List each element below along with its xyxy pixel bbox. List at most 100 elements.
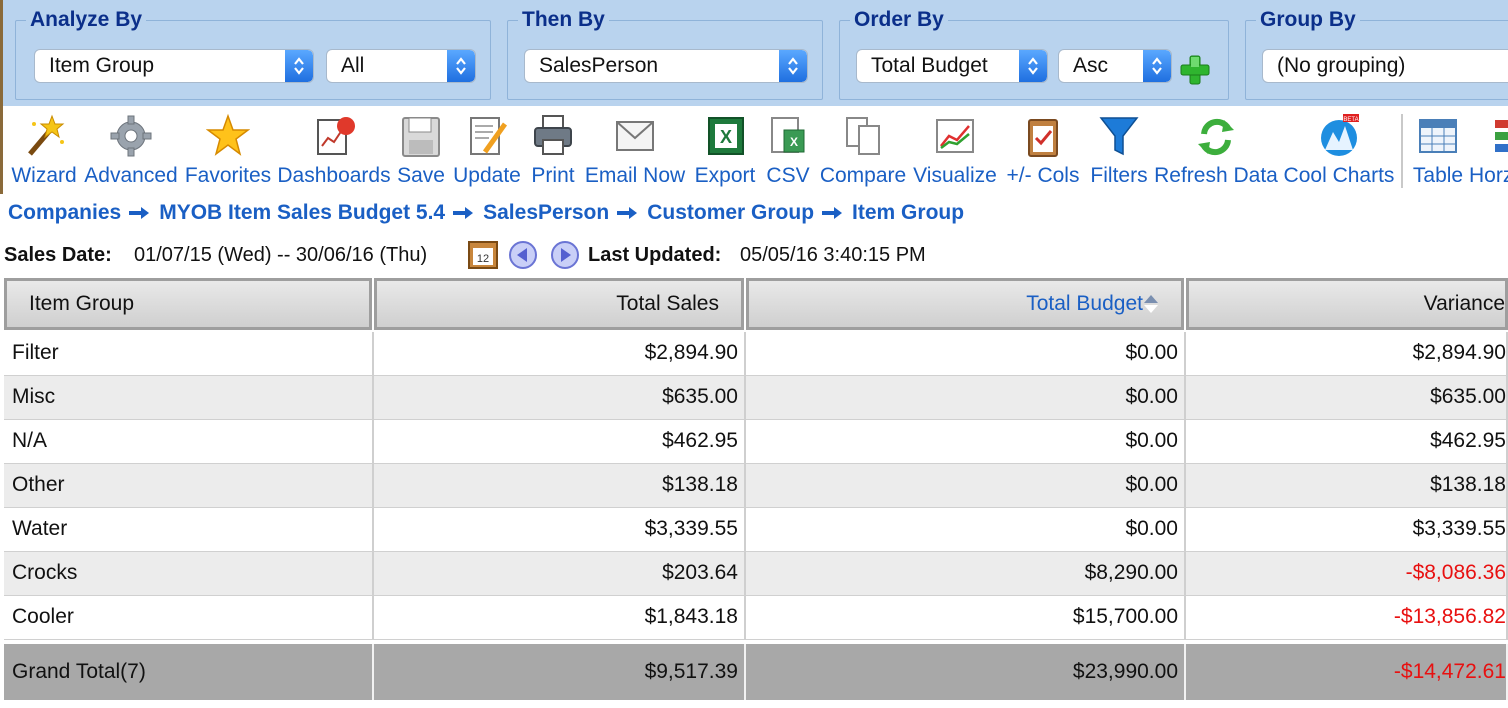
header-item-group[interactable]: Item Group	[4, 278, 372, 330]
table-row[interactable]: Other $138.18 $0.00 $138.18	[4, 464, 1508, 508]
compare-button[interactable]: Compare	[817, 110, 909, 192]
floppy-disk-icon	[402, 117, 440, 157]
previous-period-icon[interactable]	[508, 240, 538, 270]
print-button[interactable]: Print	[527, 110, 579, 192]
breadcrumb-salesperson[interactable]: SalesPerson	[483, 201, 609, 224]
cell-variance: $462.95	[1186, 420, 1508, 464]
columns-button[interactable]: +/- Cols	[1001, 110, 1085, 192]
calendar-day: 12	[477, 253, 489, 265]
csv-button[interactable]: X CSV	[761, 110, 815, 192]
filters-button[interactable]: Filters	[1087, 110, 1151, 192]
header-total-sales[interactable]: Total Sales	[374, 278, 744, 330]
dashboards-button[interactable]: Dashboards	[277, 110, 391, 192]
visualize-button[interactable]: Visualize	[911, 110, 999, 192]
sales-date-value: 01/07/15 (Wed) -- 30/06/16 (Thu)	[134, 244, 428, 266]
gear-icon	[110, 115, 152, 157]
order-direction-value: Asc	[1073, 54, 1109, 77]
beta-badge: BETA	[1343, 117, 1358, 123]
cool-charts-label: Cool Charts	[1283, 164, 1395, 187]
then-by-select[interactable]: SalesPerson	[524, 49, 808, 83]
next-period-icon[interactable]	[550, 240, 580, 270]
then-by-value: SalesPerson	[539, 54, 659, 77]
cell-sales: $462.95	[374, 420, 746, 464]
selector-band: Analyze By Item Group All Then By SalesP…	[0, 0, 1508, 106]
group-by-legend: Group By	[1256, 9, 1360, 31]
wizard-button[interactable]: Wizard	[9, 110, 79, 192]
add-order-plus-icon[interactable]	[1178, 53, 1212, 87]
refresh-data-button[interactable]: Refresh Data	[1153, 110, 1279, 192]
horz-button[interactable]: Horz	[1469, 110, 1508, 192]
total-sales: $9,517.39	[374, 644, 746, 700]
cell-sales: $3,339.55	[374, 508, 746, 552]
then-by-group: Then By SalesPerson	[507, 9, 823, 100]
svg-text:X: X	[720, 127, 732, 147]
horizontal-bars-icon	[1495, 120, 1508, 152]
total-label: Grand Total(7)	[4, 644, 374, 700]
breadcrumb-report[interactable]: MYOB Item Sales Budget 5.4	[159, 201, 445, 224]
csv-label: CSV	[766, 164, 810, 187]
horz-label: Horz	[1469, 164, 1508, 187]
total-budget: $23,990.00	[746, 644, 1186, 700]
order-by-group: Order By Total Budget Asc	[839, 9, 1229, 100]
table-row[interactable]: Misc $635.00 $0.00 $635.00	[4, 376, 1508, 420]
edit-document-icon	[470, 117, 508, 155]
table-row[interactable]: Cooler $1,843.18 $15,700.00 -$13,856.82	[4, 596, 1508, 640]
analyze-filter-select[interactable]: All	[326, 49, 476, 83]
calendar-icon[interactable]: 12	[468, 241, 498, 269]
header-total-budget-label: Total Budget	[1026, 292, 1143, 315]
email-now-label: Email Now	[584, 164, 686, 187]
favorites-button[interactable]: Favorites	[183, 110, 273, 192]
analyze-by-select[interactable]: Item Group	[34, 49, 314, 83]
csv-icon: X	[771, 117, 805, 153]
table-label: Table	[1412, 164, 1464, 187]
compare-label: Compare	[819, 164, 907, 187]
update-button[interactable]: Update	[451, 110, 523, 192]
table-row[interactable]: Filter $2,894.90 $0.00 $2,894.90	[4, 332, 1508, 376]
email-now-button[interactable]: Email Now	[583, 110, 687, 192]
line-chart-icon	[936, 119, 974, 153]
cell-budget: $15,700.00	[746, 596, 1186, 640]
email-icon	[616, 121, 654, 151]
cell-sales: $203.64	[374, 552, 746, 596]
last-updated-value: 05/05/16 3:40:15 PM	[740, 244, 926, 266]
table-row[interactable]: Crocks $203.64 $8,290.00 -$8,086.36	[4, 552, 1508, 596]
breadcrumb: Companies MYOB Item Sales Budget 5.4 Sales…	[8, 198, 972, 228]
advanced-button[interactable]: Advanced	[83, 110, 179, 192]
header-total-budget[interactable]: Total Budget	[746, 278, 1184, 330]
cell-group: N/A	[4, 420, 374, 464]
refresh-data-label: Refresh Data	[1154, 164, 1278, 187]
grand-total-row: Grand Total(7) $9,517.39 $23,990.00 -$14,47…	[4, 644, 1508, 700]
cell-sales: $138.18	[374, 464, 746, 508]
table-row[interactable]: Water $3,339.55 $0.00 $3,339.55	[4, 508, 1508, 552]
cell-sales: $635.00	[374, 376, 746, 420]
table-button[interactable]: Table	[1407, 110, 1469, 192]
dashboards-label: Dashboards	[277, 164, 391, 187]
order-direction-select[interactable]: Asc	[1058, 49, 1172, 83]
chevron-updown-icon	[1019, 50, 1047, 82]
toolbar: Wizard Advanced Favorites Dashboards Sav…	[0, 106, 1508, 194]
last-updated-label: Last Updated:	[588, 244, 722, 266]
group-by-select[interactable]: (No grouping)	[1262, 49, 1508, 83]
chevron-updown-icon	[285, 50, 313, 82]
then-by-legend: Then By	[518, 9, 609, 31]
print-label: Print	[531, 164, 575, 187]
cool-charts-button[interactable]: BETA Cool Charts	[1281, 110, 1397, 192]
cell-group: Water	[4, 508, 374, 552]
cell-variance: $2,894.90	[1186, 332, 1508, 376]
table-row[interactable]: N/A $462.95 $0.00 $462.95	[4, 420, 1508, 464]
wizard-wand-icon	[28, 114, 65, 156]
save-button[interactable]: Save	[395, 110, 447, 192]
favorites-label: Favorites	[184, 164, 272, 187]
export-button[interactable]: X Export	[691, 110, 759, 192]
cell-variance: $138.18	[1186, 464, 1508, 508]
clipboard-check-icon	[1028, 119, 1058, 157]
breadcrumb-companies[interactable]: Companies	[8, 201, 121, 224]
arrow-right-icon	[129, 207, 150, 220]
breadcrumb-item-group[interactable]: Item Group	[852, 201, 964, 224]
order-by-select[interactable]: Total Budget	[856, 49, 1048, 83]
breadcrumb-customer-group[interactable]: Customer Group	[647, 201, 814, 224]
chevron-updown-icon	[447, 50, 475, 82]
table-icon	[1419, 119, 1457, 153]
header-variance[interactable]: Variance	[1186, 278, 1508, 330]
refresh-icon	[1198, 118, 1234, 156]
